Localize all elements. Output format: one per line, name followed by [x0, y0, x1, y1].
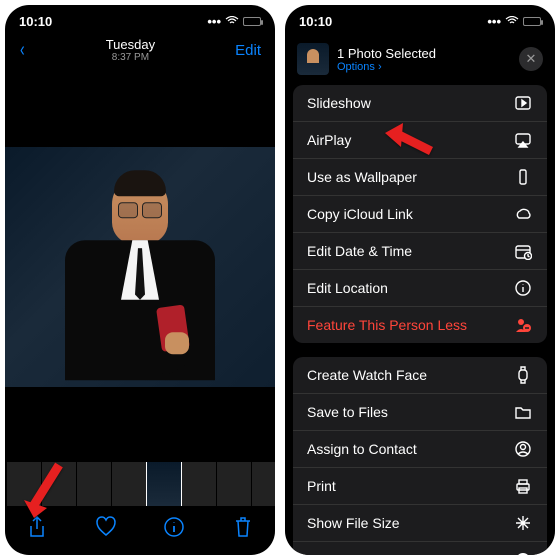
- device-icon: [513, 168, 533, 186]
- photo-area[interactable]: [5, 71, 275, 462]
- share-sheet-screen: 10:10 ••• 1 Photo Selected Options › ✕ S…: [285, 5, 555, 555]
- illustration-body: [65, 240, 215, 380]
- menu-item-print[interactable]: Print: [293, 468, 547, 505]
- options-link[interactable]: Options ›: [337, 61, 511, 73]
- battery-icon: [523, 17, 541, 26]
- edit-button[interactable]: Edit: [235, 42, 261, 59]
- menu-item-save-files[interactable]: Save to Files: [293, 394, 547, 431]
- header-date[interactable]: Tuesday 8:37 PM: [26, 37, 235, 63]
- menu-item-label: Use as Wallpaper: [307, 169, 417, 185]
- thumb-item-selected[interactable]: [147, 462, 181, 506]
- status-time: 10:10: [19, 14, 52, 29]
- menu-item-slideshow[interactable]: Slideshow: [293, 85, 547, 122]
- menu-item-label: Copy iCloud Link: [307, 206, 413, 222]
- play-box-icon: [513, 94, 533, 112]
- cloud-icon: [513, 205, 533, 223]
- thumb-item[interactable]: [77, 462, 111, 506]
- menu-item-watch-face[interactable]: Create Watch Face: [293, 357, 547, 394]
- contact-icon: [513, 440, 533, 458]
- menu-item-feature-less[interactable]: Feature This Person Less: [293, 307, 547, 343]
- menu-item-label: Show File Size: [307, 515, 400, 531]
- menu-item-label: Print: [307, 478, 336, 494]
- bottom-toolbar: [5, 506, 275, 555]
- actions-scroll[interactable]: Slideshow AirPlay Use as Wallpaper Copy iCl…: [285, 85, 555, 555]
- folder-icon: [513, 403, 533, 421]
- header-day: Tuesday: [26, 37, 235, 52]
- menu-item-label: Edit Date & Time: [307, 243, 412, 259]
- menu-item-label: Create Watch Face: [307, 367, 427, 383]
- thumb-item[interactable]: [252, 462, 275, 506]
- printer-icon: [513, 477, 533, 495]
- status-time: 10:10: [299, 14, 332, 29]
- menu-item-label: Edit Location: [307, 280, 388, 296]
- thumb-item[interactable]: [7, 462, 41, 506]
- photo-header: ‹ Tuesday 8:37 PM Edit: [5, 33, 275, 71]
- battery-icon: [243, 17, 261, 26]
- thumb-item[interactable]: [182, 462, 216, 506]
- header-time: 8:37 PM: [26, 52, 235, 63]
- thumb-item[interactable]: [217, 462, 251, 506]
- menu-item-show-size[interactable]: Show File Size: [293, 505, 547, 542]
- menu-item-wallpaper[interactable]: Use as Wallpaper: [293, 159, 547, 196]
- trash-icon[interactable]: [233, 516, 253, 543]
- menu-item-label: Feature This Person Less: [307, 317, 467, 333]
- airplay-icon: [513, 131, 533, 149]
- status-right: •••: [207, 14, 261, 29]
- favorite-icon[interactable]: [96, 516, 116, 543]
- share-icon[interactable]: [27, 516, 47, 543]
- wifi-icon: [505, 14, 519, 29]
- selected-title: 1 Photo Selected: [337, 46, 511, 61]
- status-bar: 10:10 •••: [5, 5, 275, 33]
- calendar-icon: [513, 242, 533, 260]
- menu-item-icloud-link[interactable]: Copy iCloud Link: [293, 196, 547, 233]
- menu-item-assign-contact[interactable]: Assign to Contact: [293, 431, 547, 468]
- person-minus-icon: [513, 316, 533, 334]
- status-right: •••: [487, 14, 541, 29]
- menu-item-label: Slideshow: [307, 95, 371, 111]
- menu-item-label: AirPlay: [307, 132, 351, 148]
- close-button[interactable]: ✕: [519, 47, 543, 71]
- menu-item-airplay[interactable]: AirPlay: [293, 122, 547, 159]
- menu-item-label: Save to Files: [307, 404, 388, 420]
- info-icon: [513, 279, 533, 297]
- thumb-item[interactable]: [42, 462, 76, 506]
- chevron-down-icon: [513, 551, 533, 555]
- sparkle-icon: [513, 514, 533, 532]
- menu-item-edit-date[interactable]: Edit Date & Time: [293, 233, 547, 270]
- menu-item-edit-location[interactable]: Edit Location: [293, 270, 547, 307]
- watch-icon: [513, 366, 533, 384]
- signal-icon: •••: [207, 14, 221, 29]
- back-button[interactable]: ‹: [20, 39, 25, 62]
- photo-main: [5, 147, 275, 387]
- illustration-head: [112, 176, 168, 244]
- menu-group: Create Watch Face Save to Files Assign to …: [293, 357, 547, 555]
- photo-viewer-screen: 10:10 ••• ‹ Tuesday 8:37 PM Edit: [5, 5, 275, 555]
- selected-thumb: [297, 43, 329, 75]
- wifi-icon: [225, 14, 239, 29]
- status-bar: 10:10 •••: [285, 5, 555, 33]
- menu-group: Slideshow AirPlay Use as Wallpaper Copy iCl…: [293, 85, 547, 343]
- thumb-item[interactable]: [112, 462, 146, 506]
- share-sheet-header: 1 Photo Selected Options › ✕: [285, 33, 555, 85]
- thumbnail-strip[interactable]: [5, 462, 275, 506]
- menu-item-smd[interactable]: SMD 3.5.8: [293, 542, 547, 555]
- menu-item-label: Assign to Contact: [307, 441, 417, 457]
- info-icon[interactable]: [164, 516, 184, 543]
- signal-icon: •••: [487, 14, 501, 29]
- menu-item-label: SMD 3.5.8: [307, 552, 373, 555]
